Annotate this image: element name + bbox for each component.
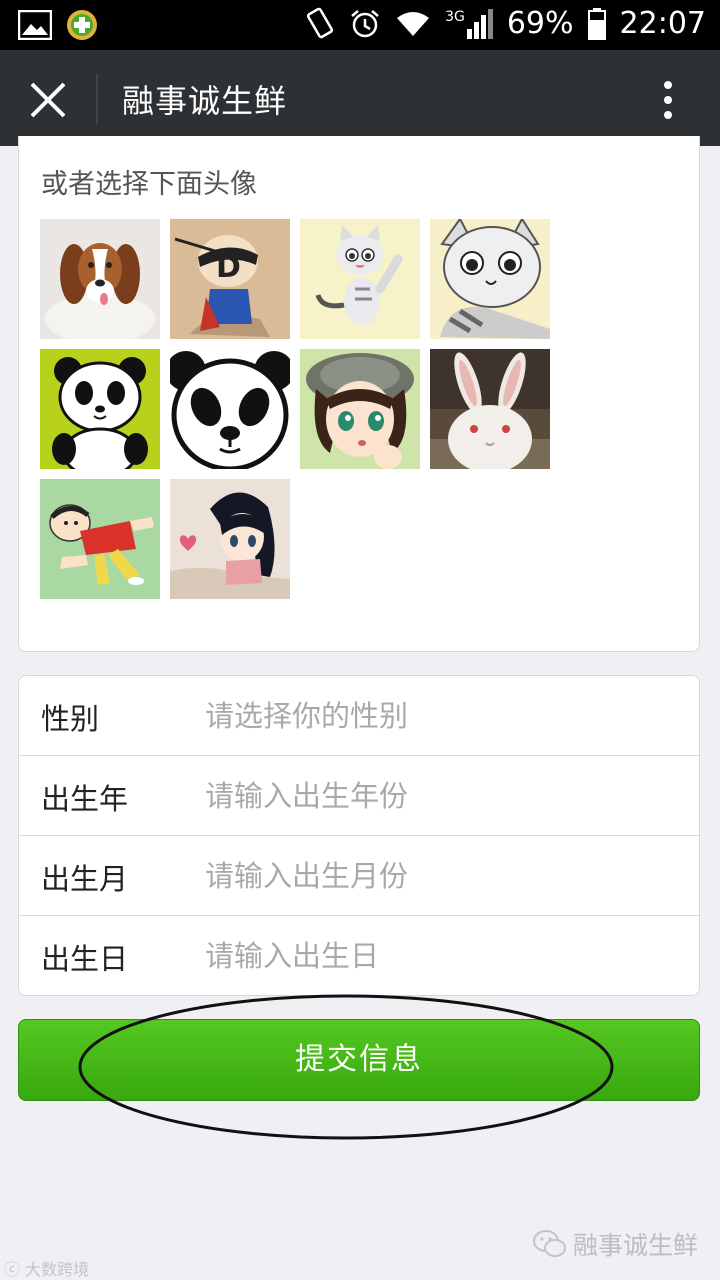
watermark-account-name: 融事诚生鲜 [572,1231,698,1260]
birth-day-input[interactable] [205,930,665,982]
svg-text:D: D [216,250,241,285]
avatar-cartoon-girl-hat[interactable] [300,349,420,469]
alarm-icon [351,9,379,37]
avatar-masked-superhero-cartoon[interactable]: D [170,219,290,339]
page-title: 融事诚生鲜 [122,82,288,120]
avatar-cartoon-girl-heart[interactable] [170,479,290,599]
form-row-gender[interactable]: 性别 [19,676,699,756]
status-bar: 3G 69% 22:07 [0,0,720,50]
birth-month-input[interactable] [205,850,665,902]
avatar-beagle-puppy[interactable] [40,219,160,339]
signal-icon [466,8,493,39]
watermark-logo-icon: ⓒ [4,1260,26,1279]
app-badge-icon [67,10,97,40]
battery-percent: 69% [506,6,574,41]
close-icon[interactable] [28,80,68,120]
birth-year-label: 出生年 [41,782,129,816]
gallery-icon [18,10,52,40]
avatar-section-title: 或者选择下面头像 [41,169,257,200]
nav-divider [96,74,98,124]
form-row-birth-day[interactable]: 出生日 [19,916,699,996]
avatar-white-rabbit[interactable] [430,349,550,469]
submit-button[interactable]: 提交信息 [18,1019,700,1101]
watermark-source: ⓒ 大数跨境 [4,1256,89,1280]
form-row-birth-year[interactable]: 出生年 [19,756,699,836]
vibrate-icon [306,7,334,38]
wechat-icon [532,1230,566,1257]
avatar-grid: D [40,219,560,599]
battery-icon [587,7,606,40]
more-icon[interactable] [662,80,674,120]
watermark-account: 融事诚生鲜 [532,1226,698,1262]
avatar-panda-face[interactable] [170,349,290,469]
avatar-crayon-shin-chan[interactable] [40,479,160,599]
form-row-birth-month[interactable]: 出生月 [19,836,699,916]
watermark-source-name: 大数跨境 [25,1260,90,1279]
network-label: 3G [445,8,465,25]
birth-month-label: 出生月 [41,862,129,896]
avatar-chi-cat-waving[interactable] [300,219,420,339]
clock: 22:07 [619,6,706,41]
birth-day-label: 出生日 [41,942,129,976]
gender-select[interactable] [205,690,665,742]
gender-label: 性别 [41,702,100,736]
wifi-icon [397,11,430,36]
navigation-bar: 融事诚生鲜 [0,50,720,146]
avatar-chi-cat-face[interactable] [430,219,550,339]
avatar-panda-cartoon-green[interactable] [40,349,160,469]
avatar-selection-card: 或者选择下面头像 D [18,136,700,652]
profile-form: 性别 出生年 出生月 出生日 [18,675,700,996]
birth-year-input[interactable] [205,770,665,822]
